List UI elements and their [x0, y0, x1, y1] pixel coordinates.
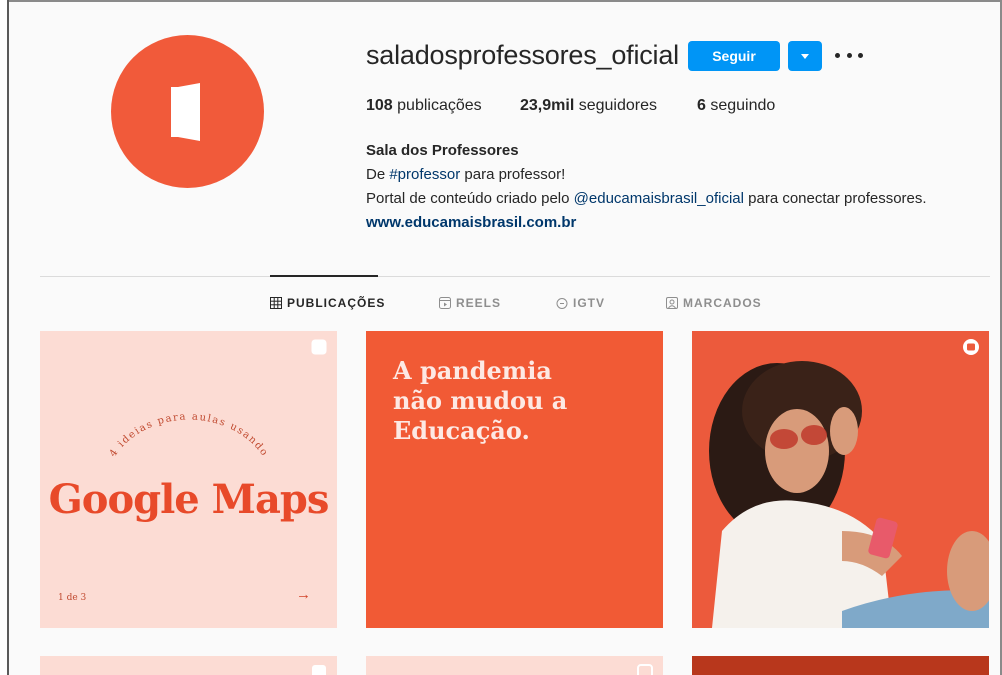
bio-line-1: De #professor para professor!	[366, 163, 927, 187]
carousel-icon	[312, 665, 326, 675]
hashtag-link[interactable]: #professor	[389, 166, 460, 183]
bio-text: para professor!	[460, 166, 566, 183]
post-text-line: não mudou a	[393, 386, 568, 415]
following-label: seguindo	[710, 97, 776, 114]
following-count: 6	[697, 97, 706, 114]
post-title: Google Maps	[48, 476, 330, 523]
more-options-button[interactable]	[835, 44, 863, 66]
tab-publicacoes[interactable]: PUBLICAÇÕES	[270, 296, 385, 310]
reel-badge-icon	[963, 339, 979, 355]
profile-full-name: Sala dos Professores	[366, 142, 519, 159]
profile-avatar[interactable]	[111, 35, 264, 188]
post-partial[interactable]	[366, 656, 663, 675]
following-stat[interactable]: 6 seguindo	[697, 97, 775, 115]
posts-count: 108	[366, 97, 393, 114]
tabs-divider	[40, 276, 990, 277]
reels-icon	[439, 297, 451, 309]
dot-icon	[858, 52, 863, 58]
followers-count: 23,9mil	[520, 97, 575, 114]
bio-text: para conectar professores.	[743, 190, 927, 207]
post-google-maps[interactable]: 4 ideias para aulas usando Google Maps 1…	[40, 331, 337, 628]
bio-text: Portal de conteúdo criado pelo	[366, 190, 574, 207]
post-partial[interactable]	[692, 656, 989, 675]
window-frame-top	[0, 0, 1002, 2]
dot-icon	[835, 52, 840, 58]
grid-icon	[270, 297, 282, 309]
posts-count-stat: 108 publicações	[366, 97, 482, 115]
tab-label: PUBLICAÇÕES	[287, 296, 386, 310]
posts-label: publicações	[397, 97, 482, 114]
door-logo-icon	[171, 83, 200, 141]
tab-label: IGTV	[573, 296, 606, 310]
mention-link[interactable]: @educamaisbrasil_oficial	[574, 190, 744, 207]
tab-igtv[interactable]: IGTV	[556, 296, 605, 310]
followers-stat[interactable]: 23,9mil seguidores	[520, 97, 657, 115]
dot-icon	[846, 52, 852, 58]
suggestions-dropdown-button[interactable]	[788, 41, 822, 71]
arc-caption: 4 ideias para aulas usando	[108, 412, 271, 460]
bio-line-2: Portal de conteúdo criado pelo @educamai…	[366, 187, 927, 211]
post-text: A pandemia não mudou a Educação.	[393, 356, 567, 446]
tagged-icon	[666, 297, 678, 309]
igtv-badge-icon	[637, 664, 653, 675]
active-tab-indicator	[270, 275, 378, 277]
arrow-right-icon: →	[296, 586, 311, 603]
page-indicator: 1 de 3	[58, 593, 87, 603]
tab-label: REELS	[456, 296, 502, 310]
profile-bio: Sala dos Professores De #professor para …	[366, 139, 927, 235]
tab-reels[interactable]: REELS	[439, 296, 501, 310]
woman-photo	[692, 331, 989, 628]
follow-button[interactable]: Seguir	[688, 41, 780, 71]
arc-text: 4 ideias para aulas usando	[108, 412, 269, 460]
post-text-line: Educação.	[393, 416, 530, 445]
post-text-line: A pandemia	[393, 356, 552, 385]
post-reel-photo[interactable]	[692, 331, 989, 628]
tab-marcados[interactable]: MARCADOS	[666, 296, 762, 310]
post-pandemia[interactable]: A pandemia não mudou a Educação.	[366, 331, 663, 628]
website-link[interactable]: www.educamaisbrasil.com.br	[366, 211, 927, 235]
tab-label: MARCADOS	[683, 296, 762, 310]
bio-text: De	[366, 166, 390, 183]
window-frame-left	[0, 0, 9, 675]
post-partial[interactable]	[40, 656, 337, 675]
igtv-icon	[556, 298, 568, 309]
followers-label: seguidores	[578, 97, 657, 114]
profile-username: saladosprofessores_oficial	[366, 40, 679, 70]
chevron-down-icon	[801, 53, 809, 59]
svg-text:4 ideias para aulas usando: 4 ideias para aulas usando	[108, 412, 271, 460]
